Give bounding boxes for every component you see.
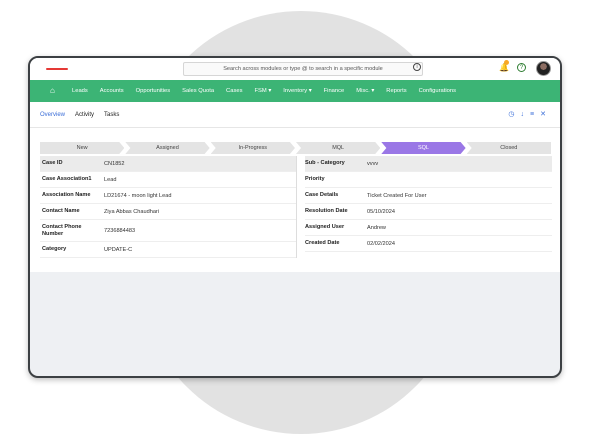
- info-icon[interactable]: i: [413, 63, 421, 71]
- tab-tasks[interactable]: Tasks: [104, 112, 119, 118]
- nav-item-reports[interactable]: Reports: [386, 88, 406, 94]
- field-value: LD21674 - moon light Lead: [104, 192, 172, 199]
- field-row: Contact Name Ziya Abbas Chaudhari: [40, 204, 296, 220]
- field-value: 7236884483: [104, 227, 136, 234]
- stage-new[interactable]: New: [40, 142, 125, 154]
- nav-item-leads[interactable]: Leads: [72, 88, 88, 94]
- field-row: Sub - Category vvvv: [305, 156, 552, 172]
- app-window: Search across modules or type @ to searc…: [28, 56, 562, 378]
- fields-right: Sub - Category vvvv Priority Case Detail…: [296, 156, 552, 258]
- field-label: Contact Name: [42, 208, 80, 214]
- stage-closed[interactable]: Closed: [466, 142, 551, 154]
- case-detail-panel: Overview Activity Tasks ◷ ↓ ≡ ✕ New Assi…: [30, 102, 560, 272]
- stage-sql[interactable]: SQL: [381, 142, 466, 154]
- nav-item-cases[interactable]: Cases: [226, 88, 242, 94]
- nav-item-opportunities[interactable]: Opportunities: [136, 88, 170, 94]
- field-value: Lead: [104, 176, 117, 183]
- field-label: Resolution Date: [305, 208, 348, 214]
- nav-item-accounts[interactable]: Accounts: [100, 88, 124, 94]
- field-label: Association Name: [42, 192, 91, 198]
- field-label: Case ID: [42, 160, 63, 166]
- field-row: Association Name LD21674 - moon light Le…: [40, 188, 296, 204]
- field-row: Case Details Ticket Created For User: [305, 188, 552, 204]
- bell-icon[interactable]: 🔔: [499, 63, 509, 72]
- field-label: Case Association1: [42, 176, 92, 182]
- field-row: Assigned User Andrew: [305, 220, 552, 236]
- field-value: 05/10/2024: [367, 208, 395, 215]
- fields-left: Case ID CN1852 Case Association1 Lead As…: [40, 156, 296, 258]
- clock-icon[interactable]: ◷: [508, 111, 514, 118]
- nav-item-finance[interactable]: Finance: [324, 88, 345, 94]
- field-value: vvvv: [367, 160, 379, 167]
- field-row: Created Date 02/02/2024: [305, 236, 552, 252]
- stage-progress: New Assigned In-Progress MQL SQL Closed: [40, 142, 552, 154]
- field-row: Case ID CN1852: [40, 156, 296, 172]
- field-row: Priority: [305, 172, 552, 188]
- tab-activity[interactable]: Activity: [75, 112, 94, 118]
- field-value: Andrew: [367, 224, 386, 231]
- field-row: Contact Phone Number 7236884483: [40, 220, 296, 242]
- stage-mql[interactable]: MQL: [295, 142, 381, 154]
- nav-item-sales-quota[interactable]: Sales Quota: [182, 88, 214, 94]
- field-row: Category UPDATE-C: [40, 242, 296, 258]
- close-icon[interactable]: ✕: [540, 111, 546, 118]
- case-fields: Case ID CN1852 Case Association1 Lead As…: [40, 156, 552, 258]
- help-icon[interactable]: ?: [517, 63, 526, 72]
- nav-item-inventory[interactable]: Inventory ▾: [283, 88, 311, 94]
- field-label: Contact Phone Number: [42, 223, 82, 237]
- field-label: Category: [42, 246, 67, 252]
- field-value: 02/02/2024: [367, 240, 395, 247]
- top-bar: Search across modules or type @ to searc…: [30, 58, 560, 80]
- stage-in-progress[interactable]: In-Progress: [210, 142, 295, 154]
- field-value: Ziya Abbas Chaudhari: [104, 208, 160, 215]
- nav-item-misc[interactable]: Misc. ▾: [356, 88, 374, 94]
- field-label: Sub - Category: [305, 160, 345, 166]
- detail-tabs: Overview Activity Tasks ◷ ↓ ≡ ✕: [30, 102, 560, 128]
- main-nav: ⌂ Leads Accounts Opportunities Sales Quo…: [30, 80, 560, 102]
- home-icon[interactable]: ⌂: [50, 87, 58, 95]
- nav-item-configurations[interactable]: Configurations: [419, 88, 456, 94]
- brand-logo[interactable]: [46, 68, 68, 70]
- menu-icon[interactable]: ≡: [530, 111, 534, 118]
- field-row: Case Association1 Lead: [40, 172, 296, 188]
- avatar[interactable]: [536, 61, 551, 76]
- field-row: Resolution Date 05/10/2024: [305, 204, 552, 220]
- panel-actions: ◷ ↓ ≡ ✕: [502, 111, 546, 118]
- field-value: Ticket Created For User: [367, 192, 427, 199]
- nav-item-fsm[interactable]: FSM ▾: [254, 88, 271, 94]
- field-value: UPDATE-C: [104, 246, 133, 253]
- tab-overview[interactable]: Overview: [40, 112, 65, 118]
- field-label: Assigned User: [305, 224, 345, 230]
- global-search-input[interactable]: Search across modules or type @ to searc…: [183, 62, 423, 76]
- field-label: Created Date: [305, 240, 340, 246]
- field-label: Priority: [305, 176, 325, 182]
- download-icon[interactable]: ↓: [521, 111, 525, 118]
- page: Search across modules or type @ to searc…: [0, 0, 592, 434]
- stage-assigned[interactable]: Assigned: [125, 142, 210, 154]
- field-value: CN1852: [104, 160, 125, 167]
- field-label: Case Details: [305, 192, 339, 198]
